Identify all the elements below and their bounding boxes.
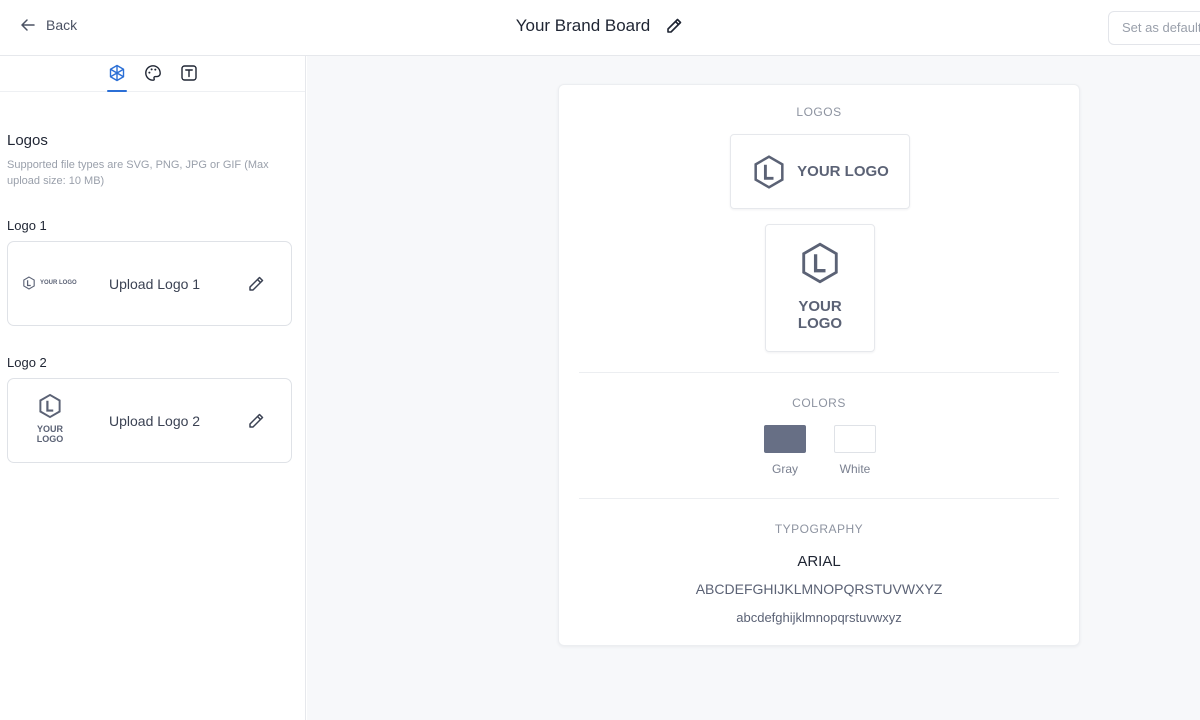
- tab-typography[interactable]: [179, 64, 199, 92]
- horizontal-logo-preview: YOUR LOGO: [730, 134, 910, 209]
- typography-icon: [180, 65, 197, 81]
- set-as-default-button[interactable]: Set as default: [1108, 11, 1200, 45]
- edit-title-button[interactable]: [664, 16, 684, 36]
- logos-heading: LOGOS: [796, 105, 842, 119]
- page-title: Your Brand Board: [515, 16, 651, 35]
- upload-logo-1-text: Upload Logo 1: [109, 276, 201, 292]
- divider: [579, 498, 1059, 499]
- hexagon-logo-icon: [23, 276, 35, 290]
- pencil-icon: [249, 413, 264, 428]
- preview-area: LOGOS YOUR LOGO YOUR LOGO COLORS Gray Wh…: [307, 56, 1200, 720]
- color-swatch-white[interactable]: [834, 425, 876, 453]
- vertical-logo-text: YOUR LOGO: [766, 298, 874, 332]
- logos-section-title: Logos: [7, 132, 48, 149]
- sidebar-tabs: [0, 56, 305, 92]
- lowercase-sample: abcdefghijklmnopqrstuvwxyz: [736, 610, 902, 625]
- hexagon-logo-icon: [802, 242, 838, 284]
- pencil-icon: [667, 18, 682, 33]
- logo-2-thumb-line2: LOGO: [36, 434, 64, 444]
- tab-colors[interactable]: [143, 64, 163, 92]
- upload-logo-2-card[interactable]: YOUR LOGO Upload Logo 2: [7, 378, 292, 463]
- font-name: ARIAL: [797, 553, 841, 570]
- palette-icon: [144, 65, 161, 81]
- logo-cube-icon: [109, 64, 124, 82]
- logo-1-thumbnail: YOUR LOGO: [22, 276, 77, 290]
- logo-1-thumb-text: YOUR LOGO: [40, 280, 77, 286]
- vertical-logo-preview: YOUR LOGO: [765, 224, 875, 352]
- color-swatch-gray[interactable]: [764, 425, 806, 453]
- edit-logo-2-button[interactable]: [246, 411, 266, 431]
- sidebar: Logos Supported file types are SVG, PNG,…: [0, 56, 306, 720]
- upload-logo-2-text: Upload Logo 2: [109, 413, 201, 429]
- colors-heading: COLORS: [792, 396, 846, 410]
- color-label-gray: Gray: [771, 462, 798, 476]
- horizontal-logo-text: YOUR LOGO: [797, 163, 889, 180]
- logos-section-description: Supported file types are SVG, PNG, JPG o…: [7, 159, 269, 187]
- typography-heading: TYPOGRAPHY: [774, 522, 864, 536]
- top-bar: Back Your Brand Board Set as default: [0, 0, 1200, 56]
- logo-2-thumbnail: YOUR LOGO: [33, 393, 67, 444]
- logo-2-thumb-line1: YOUR: [36, 424, 63, 434]
- brand-board-card: LOGOS YOUR LOGO YOUR LOGO COLORS Gray Wh…: [558, 84, 1080, 646]
- color-label-white: White: [839, 462, 871, 476]
- divider: [579, 372, 1059, 373]
- edit-logo-1-button[interactable]: [246, 274, 266, 294]
- title-group: Your Brand Board: [0, 16, 1200, 36]
- hexagon-logo-icon: [754, 154, 784, 189]
- upload-logo-1-card[interactable]: YOUR LOGO Upload Logo 1: [7, 241, 292, 326]
- vertical-logo-line2: LOGO: [797, 315, 843, 332]
- vertical-logo-line1: YOUR: [798, 298, 842, 315]
- hexagon-logo-icon: [39, 393, 61, 419]
- tab-logos[interactable]: [106, 64, 127, 92]
- uppercase-sample: ABCDEFGHIJKLMNOPQRSTUVWXYZ: [695, 581, 943, 597]
- pencil-icon: [249, 276, 264, 291]
- logo-1-label: Logo 1: [7, 218, 47, 233]
- logo-2-label: Logo 2: [7, 355, 47, 370]
